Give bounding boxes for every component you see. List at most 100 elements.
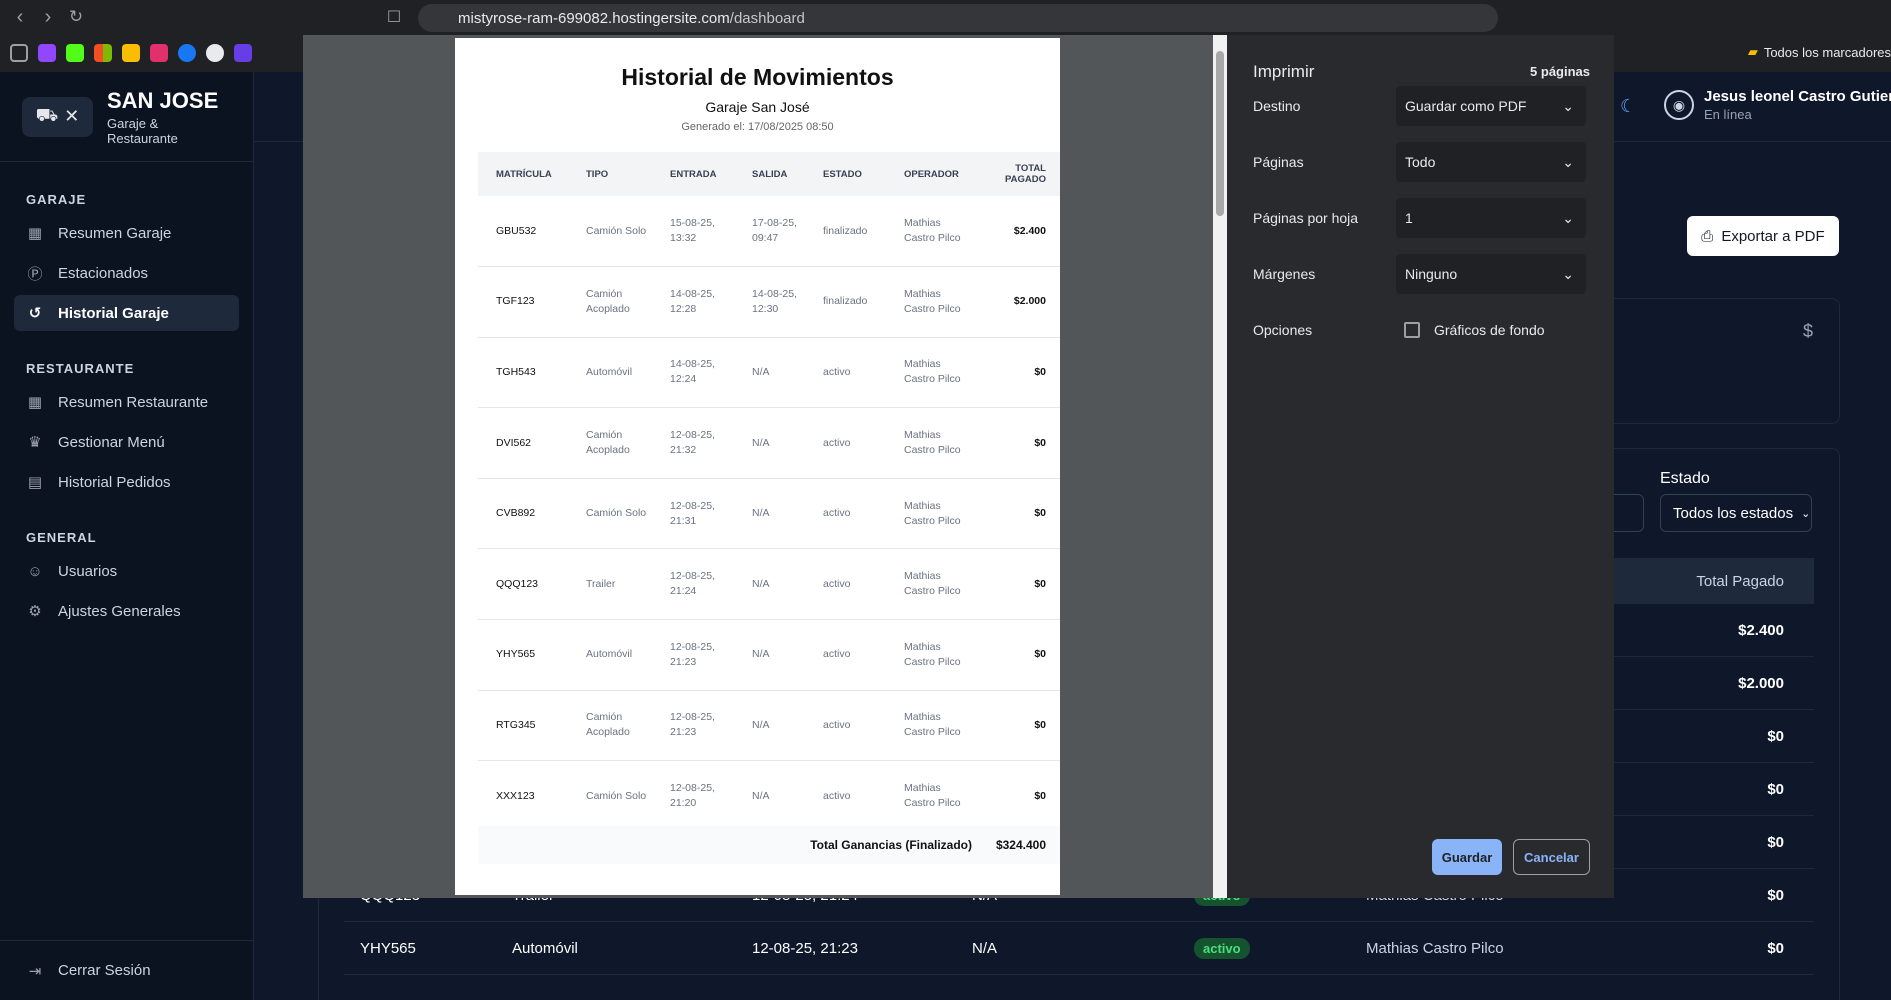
cell-tipo: Camión Solo — [568, 196, 652, 268]
bookmark-folder-label: Todos los marcadores — [1763, 44, 1891, 60]
row-total: $0 — [1767, 727, 1784, 745]
export-pdf-button[interactable]: ⎙ Exportar a PDF — [1687, 216, 1839, 256]
users-icon: ☺ — [27, 562, 43, 580]
github-icon[interactable] — [206, 44, 224, 62]
sidebar-item-resumen-restaurante[interactable]: ▦ Resumen Restaurante — [14, 384, 239, 420]
grid-icon: ▦ — [27, 225, 43, 242]
cell-salida: N/A — [734, 478, 805, 550]
opciones-row: Opciones Gráficos de fondo — [1253, 310, 1593, 350]
sidebar-item-gestionar-menu[interactable]: ♛ Gestionar Menú — [14, 424, 239, 460]
cell-matricula: CVB892 — [478, 478, 568, 550]
car-icon: ⛟ — [35, 104, 59, 125]
print-title: Imprimir — [1253, 62, 1315, 81]
reload-icon[interactable]: ↻ — [62, 3, 90, 31]
save-button[interactable]: Guardar — [1432, 839, 1502, 875]
sidebar-item-historial-pedidos[interactable]: ▤ Historial Pedidos — [14, 464, 239, 500]
section-title-restaurante: RESTAURANTE — [26, 361, 135, 376]
document-title: Historial de Movimientos — [621, 64, 894, 90]
cell-operador: Mathias Castro Pilco — [886, 548, 970, 621]
row-total: $0 — [1767, 886, 1784, 904]
chef-hat-icon: ♛ — [28, 434, 42, 451]
por-hoja-select[interactable]: 1 ⌄ — [1396, 198, 1586, 238]
graficos-checkbox[interactable] — [1404, 322, 1420, 338]
user-name: Jesus leonel Castro Gutierre — [1704, 88, 1891, 105]
row-type: Automóvil — [512, 939, 578, 957]
back-icon[interactable]: ‹ — [6, 3, 34, 31]
print-preview[interactable]: Historial de Movimientos Garaje San José… — [303, 35, 1227, 898]
twitch-icon[interactable] — [38, 44, 56, 62]
preview-page: Historial de Movimientos Garaje San José… — [455, 38, 1060, 895]
theme-toggle-moon-icon[interactable]: ☾ — [1620, 96, 1636, 117]
cell-entrada: 12-08-25, 21:31 — [652, 478, 734, 550]
sidebar-item-ajustes[interactable]: ⚙ Ajustes Generales — [14, 593, 239, 629]
preview-scrollbar[interactable] — [1213, 35, 1227, 898]
cell-entrada: 14-08-25, 12:24 — [652, 337, 734, 409]
cell-entrada: 12-08-25, 21:20 — [652, 760, 734, 832]
brand-name: SAN JOSE — [107, 87, 219, 113]
cell-entrada: 12-08-25, 21:23 — [652, 690, 734, 762]
cell-total: $0 — [970, 548, 1060, 621]
destino-select[interactable]: Guardar como PDF ⌄ — [1396, 86, 1586, 126]
cell-estado: activo — [805, 690, 886, 762]
cell-estado: activo — [805, 478, 886, 550]
scrollbar-thumb[interactable] — [1216, 51, 1224, 216]
destino-label: Destino — [1253, 98, 1301, 114]
cell-matricula: XXX123 — [478, 760, 568, 832]
document-row: XXX123 Camión Solo 12-08-25, 21:20 N/A activ… — [478, 760, 1060, 832]
printer-icon: ⎙ — [1701, 227, 1714, 245]
cell-tipo: Camión Solo — [568, 478, 652, 550]
cell-entrada: 15-08-25, 13:32 — [652, 196, 734, 268]
chevron-down-icon: ⌄ — [1562, 209, 1574, 226]
margenes-select[interactable]: Ninguno ⌄ — [1396, 254, 1586, 294]
cell-total: $0 — [970, 690, 1060, 762]
user-avatar-icon: ◉ — [1664, 90, 1694, 120]
drive-icon[interactable] — [122, 44, 140, 62]
address-bar[interactable]: mistyrose-ram-699082.hostingersite.com/d… — [418, 4, 1498, 32]
user-menu[interactable]: ◉ Jesus leonel Castro Gutierre En línea — [1664, 88, 1891, 122]
facebook-icon[interactable] — [178, 44, 196, 62]
sidebar-item-usuarios[interactable]: ☺ Usuarios — [14, 553, 239, 589]
sidebar-item-label: Resumen Garaje — [58, 224, 172, 242]
folder-icon: ▰ — [1747, 44, 1758, 59]
document-table-body: GBU532 Camión Solo 15-08-25, 13:32 17-08-25… — [478, 196, 1060, 832]
document-row: TGF123 Camión Acoplado 14-08-25, 12:28 14-0… — [478, 266, 1060, 338]
bookmark-icon[interactable]: ☐ — [380, 3, 408, 31]
row-total: $2.400 — [1738, 621, 1784, 639]
kick-icon[interactable] — [66, 44, 84, 62]
cell-total: $0 — [970, 760, 1060, 832]
row-total: $0 — [1767, 833, 1784, 851]
url-domain: mistyrose-ram-699082.hostingersite.com — [458, 9, 730, 27]
chevron-down-icon: ⌄ — [1562, 97, 1574, 114]
cell-operador: Mathias Castro Pilco — [886, 337, 970, 409]
cell-salida: N/A — [734, 619, 805, 691]
estado-select[interactable]: Todos los estados ⌄ — [1660, 494, 1812, 532]
cell-salida: 14-08-25, 12:30 — [734, 266, 805, 338]
col-total: TOTAL PAGADO — [970, 152, 1060, 196]
document-row: QQQ123 Trailer 12-08-25, 21:24 N/A activo Mat… — [478, 548, 1060, 621]
instagram-icon[interactable] — [150, 44, 168, 62]
sidebar-item-resumen-garaje[interactable]: ▦ Resumen Garaje — [14, 215, 239, 251]
document-total-label: Total Ganancias (Finalizado) — [810, 838, 972, 852]
row-exit: N/A — [972, 939, 998, 957]
bookmark-folder[interactable]: ▰ Todos los marcadores — [1748, 44, 1891, 60]
export-pdf-label: Exportar a PDF — [1721, 227, 1825, 245]
row-operator: Mathias Castro Pilco — [1366, 939, 1504, 957]
cell-total: $2.400 — [970, 196, 1060, 268]
cell-tipo: Trailer — [568, 548, 652, 621]
logout-label: Cerrar Sesión — [58, 962, 151, 979]
sidebar-item-historial-garaje[interactable]: ↺ Historial Garaje — [14, 295, 239, 331]
paginas-select[interactable]: Todo ⌄ — [1396, 142, 1586, 182]
apps-grid-icon[interactable] — [10, 44, 28, 62]
total-pagado-header: Total Pagado — [1696, 572, 1784, 590]
destino-row: Destino Guardar como PDF ⌄ — [1253, 86, 1593, 126]
microsoft-icon[interactable] — [94, 44, 112, 62]
cell-matricula: QQQ123 — [478, 548, 568, 621]
chevron-down-icon: ⌄ — [1801, 507, 1811, 520]
gear-icon: ⚙ — [28, 603, 42, 620]
logout-button[interactable]: ⇥ Cerrar Sesión — [0, 940, 254, 1000]
cancel-button[interactable]: Cancelar — [1513, 839, 1590, 875]
sidebar-item-estacionados[interactable]: Ⓟ Estacionados — [14, 255, 239, 291]
hostinger-icon[interactable] — [234, 44, 252, 62]
forward-icon[interactable]: › — [34, 3, 62, 31]
document-table: MATRÍCULA TIPO ENTRADA SALIDA ESTADO OPE… — [478, 152, 1060, 832]
